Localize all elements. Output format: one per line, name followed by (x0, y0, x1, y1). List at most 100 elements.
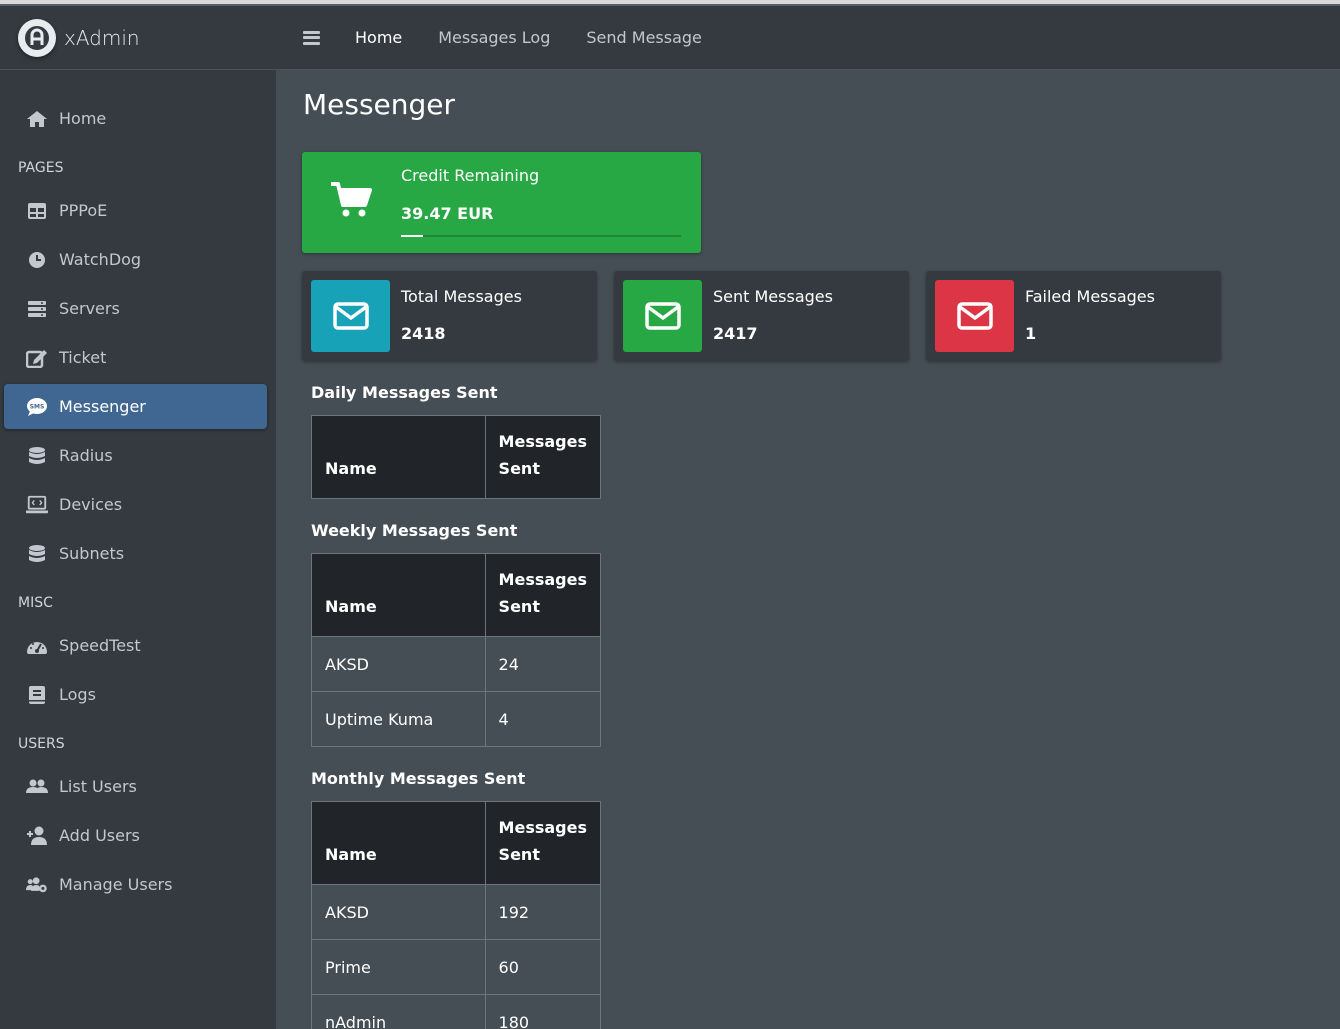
home-icon (26, 108, 48, 130)
failed-messages-card: Failed Messages 1 (926, 271, 1221, 361)
sms-icon: SMS (26, 396, 48, 418)
table-header-row: Name Messages Sent (311, 553, 602, 637)
cell-count: 4 (484, 691, 602, 747)
sidebar-item-label: Add Users (59, 826, 140, 845)
sidebar-item-watchdog[interactable]: WatchDog (4, 237, 267, 282)
sidebar-item-servers[interactable]: Servers (4, 286, 267, 331)
cell-name: nAdmin (311, 994, 486, 1029)
monthly-messages-table: Name Messages Sent AKSD 192 Prime 60 nAd… (311, 801, 602, 1029)
sidebar-item-label: Subnets (59, 544, 125, 563)
book-icon (26, 684, 48, 706)
credit-label: Credit Remaining (401, 166, 540, 185)
sidebar-item-label: SpeedTest (59, 636, 141, 655)
stat-label: Total Messages (401, 287, 522, 306)
monthly-section-title: Monthly Messages Sent (311, 769, 526, 788)
edit-icon (26, 347, 48, 369)
sidebar-item-label: Logs (59, 685, 96, 704)
brand[interactable]: xAdmin (0, 6, 276, 70)
sidebar-item-ticket[interactable]: Ticket (4, 335, 267, 380)
total-messages-card: Total Messages 2418 (302, 271, 597, 361)
sidebar-header-users: USERS (18, 736, 65, 752)
cell-count: 180 (484, 994, 602, 1029)
column-header-sent: Messages Sent (484, 801, 602, 885)
table-row: Uptime Kuma 4 (311, 691, 602, 747)
sidebar-item-label: Home (59, 109, 107, 128)
envelope-icon (311, 280, 390, 352)
sidebar-item-list-users[interactable]: List Users (4, 764, 267, 809)
brand-logo-icon (18, 18, 56, 57)
sidebar-item-add-users[interactable]: Add Users (4, 813, 267, 858)
table-row: Prime 60 (311, 939, 602, 995)
sidebar-item-label: Devices (59, 495, 123, 514)
topnav-messages-log-link[interactable]: Messages Log (438, 28, 550, 47)
sidebar-item-label: PPPoE (59, 201, 108, 220)
cell-name: AKSD (311, 636, 486, 692)
weekly-section-title: Weekly Messages Sent (311, 521, 518, 540)
sidebar-item-pppoe[interactable]: PPPoE (4, 188, 267, 233)
server-icon (26, 298, 48, 320)
laptop-code-icon (26, 494, 48, 516)
sidebar: xAdmin Home PAGES PPPoE WatchDog Servers… (0, 6, 276, 1029)
table-header-row: Name Messages Sent (311, 801, 602, 885)
stat-value: 1 (1025, 324, 1037, 343)
column-header-name: Name (311, 415, 486, 499)
sidebar-item-home[interactable]: Home (4, 96, 267, 141)
cell-count: 192 (484, 884, 602, 940)
tachometer-icon (26, 635, 48, 657)
cell-name: Uptime Kuma (311, 691, 486, 747)
cell-name: AKSD (311, 884, 486, 940)
stat-value: 2417 (713, 324, 758, 343)
users-cog-icon (26, 874, 48, 896)
sidebar-item-manage-users[interactable]: Manage Users (4, 862, 267, 907)
sidebar-item-label: WatchDog (59, 250, 142, 269)
clock-icon (26, 249, 48, 271)
sidebar-item-speedtest[interactable]: SpeedTest (4, 623, 267, 668)
database-icon (26, 445, 48, 467)
sidebar-item-label: List Users (59, 777, 137, 796)
sidebar-header-pages: PAGES (18, 160, 64, 176)
sidebar-item-radius[interactable]: Radius (4, 433, 267, 478)
sidebar-item-label: Radius (59, 446, 113, 465)
cell-name: Prime (311, 939, 486, 995)
svg-text:SMS: SMS (30, 403, 45, 410)
table-row: nAdmin 180 (311, 994, 602, 1029)
credit-progress-fill (401, 235, 424, 237)
shopping-cart-icon (331, 181, 373, 223)
cell-count: 60 (484, 939, 602, 995)
page-title: Messenger (303, 88, 456, 121)
credit-value: 39.47 EUR (401, 204, 494, 223)
stat-label: Failed Messages (1025, 287, 1155, 306)
topnav-home-link[interactable]: Home (355, 28, 402, 47)
column-header-name: Name (311, 801, 486, 885)
column-header-name: Name (311, 553, 486, 637)
sidebar-item-devices[interactable]: Devices (4, 482, 267, 527)
sidebar-item-label: Manage Users (59, 875, 173, 894)
daily-messages-table: Name Messages Sent (311, 415, 602, 499)
sidebar-item-messenger[interactable]: SMS Messenger (4, 384, 267, 429)
sidebar-item-label: Messenger (59, 397, 146, 416)
envelope-icon (623, 280, 702, 352)
stat-label: Sent Messages (713, 287, 833, 306)
sent-messages-card: Sent Messages 2417 (614, 271, 909, 361)
credit-card: Credit Remaining 39.47 EUR (302, 152, 701, 253)
stat-value: 2418 (401, 324, 446, 343)
sidebar-nav: Home PAGES PPPoE WatchDog Servers Ticket… (0, 70, 276, 907)
envelope-icon (935, 280, 1014, 352)
table-header-row: Name Messages Sent (311, 415, 602, 499)
cell-count: 24 (484, 636, 602, 692)
table-icon (26, 200, 48, 222)
daily-section-title: Daily Messages Sent (311, 383, 498, 402)
credit-progress-bar (401, 235, 681, 237)
column-header-sent: Messages Sent (484, 553, 602, 637)
menu-toggle-icon[interactable] (303, 30, 320, 45)
database-icon (26, 543, 48, 565)
sidebar-item-label: Servers (59, 299, 120, 318)
main-content: Messenger Credit Remaining 39.47 EUR Tot… (276, 70, 1340, 1029)
topnav-send-message-link[interactable]: Send Message (586, 28, 702, 47)
sidebar-item-logs[interactable]: Logs (4, 672, 267, 717)
sidebar-item-subnets[interactable]: Subnets (4, 531, 267, 576)
sidebar-item-label: Ticket (59, 348, 107, 367)
sidebar-header-misc: MISC (18, 595, 53, 611)
table-row: AKSD 24 (311, 636, 602, 692)
user-plus-icon (26, 825, 48, 847)
